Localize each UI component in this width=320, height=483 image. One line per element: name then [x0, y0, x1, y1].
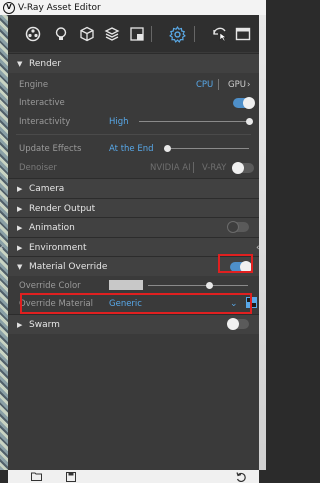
- denoiser-row: Denoiser NVIDIA AI V-RAY: [8, 158, 259, 177]
- chevron-right-icon: ▶: [17, 223, 23, 232]
- section-title: Render Output: [29, 203, 96, 214]
- engine-cpu-option[interactable]: CPU: [196, 80, 213, 90]
- denoiser-nvidia-option[interactable]: NVIDIA AI: [150, 163, 191, 173]
- section-animation-header[interactable]: ▶ Animation: [8, 217, 259, 237]
- update-effects-label: Update Effects: [19, 143, 82, 154]
- chevron-down-icon: ▼: [17, 262, 23, 271]
- interactive-toggle[interactable]: [233, 97, 255, 109]
- chevron-left-icon[interactable]: ‹: [0, 243, 9, 261]
- interactive-row: Interactive: [8, 93, 259, 112]
- override-color-label: Override Color: [19, 280, 81, 291]
- update-effects-slider-track[interactable]: [164, 148, 249, 149]
- chevron-right-icon: ▶: [17, 184, 23, 193]
- asset-toolbar: [8, 15, 259, 52]
- open-folder-icon[interactable]: [30, 470, 43, 483]
- chevron-left-icon[interactable]: ‹: [256, 243, 266, 261]
- section-title: Environment: [29, 242, 87, 253]
- update-effects-row: Update Effects At the End: [8, 139, 259, 158]
- chevron-right-icon[interactable]: ›: [247, 80, 250, 90]
- vray-logo-icon: V: [3, 1, 15, 14]
- interactivity-row: Interactivity High: [8, 112, 259, 131]
- section-title: Material Override: [29, 261, 108, 272]
- swarm-toggle[interactable]: [227, 318, 249, 330]
- engine-row: Engine CPU GPU ›: [8, 75, 259, 94]
- chevron-right-icon: ▶: [17, 243, 23, 252]
- divider: [16, 134, 251, 135]
- section-render-header[interactable]: ▼ Render: [8, 53, 259, 73]
- override-color-slider-track[interactable]: [148, 285, 248, 286]
- denoiser-toggle[interactable]: [232, 162, 254, 174]
- settings-icon[interactable]: [168, 25, 186, 43]
- animation-toggle[interactable]: [227, 221, 249, 233]
- chevron-down-icon: ▼: [17, 59, 23, 68]
- section-title: Render: [29, 58, 62, 69]
- denoiser-vray-option[interactable]: V-RAY: [202, 163, 226, 173]
- update-effects-slider-handle[interactable]: [164, 145, 171, 152]
- denoiser-label: Denoiser: [19, 162, 57, 173]
- layers-icon[interactable]: [103, 25, 121, 43]
- save-icon[interactable]: [64, 470, 77, 483]
- section-title: Swarm: [29, 319, 60, 330]
- engine-separator: [218, 79, 219, 90]
- materials-icon[interactable]: [24, 25, 42, 43]
- section-swarm-header[interactable]: ▶ Swarm: [8, 314, 259, 334]
- interactivity-slider-handle[interactable]: [246, 118, 253, 125]
- chevron-right-icon: ▶: [17, 204, 23, 213]
- highlight-box: [218, 254, 253, 273]
- override-color-slider-handle[interactable]: [206, 282, 213, 289]
- section-title: Camera: [29, 183, 65, 194]
- section-render-output-header[interactable]: ▶ Render Output: [8, 198, 259, 218]
- denoiser-separator: [193, 162, 194, 173]
- geometry-icon[interactable]: [78, 25, 96, 43]
- engine-label: Engine: [19, 79, 49, 90]
- override-color-swatch[interactable]: [109, 280, 143, 290]
- lights-icon[interactable]: [52, 25, 70, 43]
- engine-gpu-option[interactable]: GPU: [228, 80, 246, 90]
- update-effects-value: At the End: [109, 143, 154, 154]
- render-elements-icon[interactable]: [128, 25, 146, 43]
- highlight-box: [20, 293, 252, 314]
- undo-icon[interactable]: [234, 470, 247, 483]
- render-interactive-icon[interactable]: [211, 25, 229, 43]
- interactivity-value: High: [109, 116, 129, 127]
- interactivity-label: Interactivity: [19, 116, 71, 127]
- window-title: V-Ray Asset Editor: [18, 2, 101, 13]
- interactive-label: Interactive: [19, 97, 65, 108]
- frame-buffer-icon[interactable]: [234, 25, 252, 43]
- bottom-toolbar: [8, 470, 259, 483]
- section-title: Animation: [29, 222, 75, 233]
- titlebar: V V-Ray Asset Editor: [0, 0, 266, 15]
- interactivity-slider-track[interactable]: [139, 121, 249, 122]
- chevron-right-icon: ▶: [17, 320, 23, 329]
- section-camera-header[interactable]: ▶ Camera: [8, 178, 259, 198]
